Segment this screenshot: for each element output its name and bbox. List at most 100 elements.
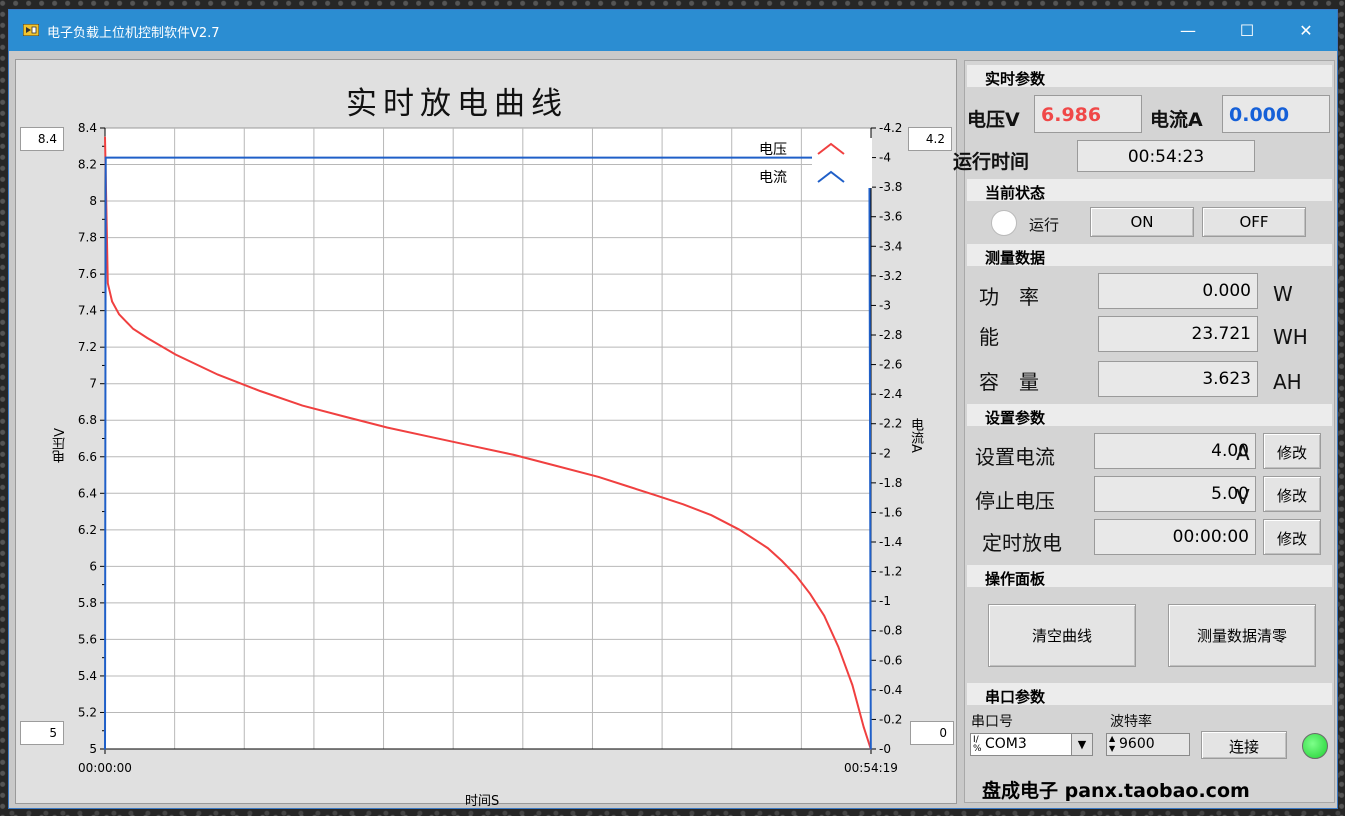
y-tick-label: 8.4 [78, 121, 97, 135]
off-button[interactable]: OFF [1202, 207, 1306, 237]
y-tick-label: 5 [89, 742, 97, 756]
app-window: 电子负载上位机控制软件V2.7 — ☐ ✕ 实时放电曲线 8.4 5 4.2 0… [9, 10, 1337, 809]
connection-status-led [1302, 733, 1328, 759]
y-axis-title-current: 电流A [908, 418, 923, 453]
y-tick-label: 5.2 [78, 705, 97, 719]
data-point [682, 503, 685, 506]
y2-tick-label: -2.8 [879, 328, 902, 342]
capacity-label: 容 量 [979, 370, 1039, 394]
set-current-unit: A [1236, 441, 1250, 465]
data-point [851, 684, 854, 686]
data-point [470, 445, 473, 447]
y-tick-label: 6 [89, 559, 97, 573]
maximize-button[interactable]: ☐ [1218, 10, 1276, 51]
y-tick-label: 5.8 [78, 596, 97, 610]
runtime-display: 00:54:23 [1077, 140, 1255, 172]
io-resource-icon: I/% [973, 735, 982, 754]
minimize-button[interactable]: — [1159, 10, 1217, 51]
control-panel: 实时参数 电压V 6.986 电流A 0.000 运行时间 00:54:23 当… [953, 60, 1335, 803]
energy-unit: WH [1273, 325, 1308, 349]
set-current-label: 设置电流 [975, 445, 1055, 469]
y2-tick-label: -0.4 [879, 683, 902, 697]
y2-tick-label: -3.2 [879, 269, 902, 283]
close-button[interactable]: ✕ [1277, 10, 1335, 51]
y2-tick-label: -0.2 [879, 712, 902, 726]
capacity-unit: AH [1273, 370, 1302, 394]
data-point [118, 313, 120, 316]
spin-arrows-icon[interactable]: ▲ ▼ [1109, 734, 1115, 754]
data-point [259, 390, 261, 392]
data-point [386, 426, 388, 429]
current-label: 电流A [1150, 109, 1203, 131]
chevron-down-icon[interactable]: ▼ [1071, 734, 1092, 755]
timer-discharge-label: 定时放电 [982, 531, 1062, 555]
set-current-input[interactable]: 4.00 [1094, 433, 1256, 469]
data-point [710, 514, 713, 517]
port-select[interactable]: I/% COM3 ▼ [970, 733, 1093, 756]
x-tick-end: 00:54:19 [844, 761, 898, 775]
power-display: 0.000 [1098, 273, 1258, 309]
close-icon: ✕ [1299, 21, 1313, 40]
y-tick-label: 6.8 [78, 413, 97, 427]
y-tick-label: 6.2 [78, 523, 97, 537]
voltage-display: 6.986 [1034, 95, 1142, 133]
connect-button[interactable]: 连接 [1201, 731, 1287, 759]
baud-input[interactable]: ▲ ▼ 9600 [1106, 733, 1190, 756]
data-point [837, 645, 840, 648]
data-point [301, 404, 304, 407]
minimize-icon: — [1180, 21, 1196, 40]
data-point [146, 337, 149, 339]
stop-voltage-input[interactable]: 5.00 [1094, 476, 1256, 512]
baud-label: 波特率 [1110, 714, 1152, 730]
data-point [343, 415, 346, 418]
data-point [654, 494, 656, 496]
data-point [767, 547, 769, 549]
data-point [174, 353, 177, 356]
data-point [555, 465, 558, 467]
data-point [217, 373, 219, 376]
y2-tick-label: -4.2 [879, 121, 902, 135]
energy-display: 23.721 [1098, 316, 1258, 352]
plot-area [104, 127, 872, 750]
operation-panel-header: 操作面板 [967, 565, 1332, 588]
y2-tick-label: -3.4 [879, 239, 902, 253]
timer-discharge-input[interactable]: 00:00:00 [1094, 519, 1256, 555]
on-button[interactable]: ON [1090, 207, 1194, 237]
data-point [862, 726, 865, 728]
data-point [625, 485, 628, 487]
data-point [513, 454, 515, 456]
data-point [597, 476, 600, 478]
modify-voltage-button[interactable]: 修改 [1263, 476, 1321, 512]
data-point [428, 435, 431, 438]
x-tick-start: 00:00:00 [78, 761, 132, 775]
data-point [738, 529, 741, 531]
y2-tick-label: -3 [879, 298, 891, 312]
y-tick-label: 8 [89, 194, 97, 208]
y2-tick-label: -1.8 [879, 476, 902, 490]
data-point [104, 156, 107, 159]
clear-measure-button[interactable]: 测量数据清零 [1168, 604, 1316, 667]
port-select-value: COM3 [985, 736, 1027, 752]
y-tick-label: 5.4 [78, 669, 97, 683]
y2-tick-label: -1.2 [879, 565, 902, 579]
data-point [111, 300, 113, 303]
modify-current-button[interactable]: 修改 [1263, 433, 1321, 469]
data-point [809, 592, 811, 595]
y-tick-label: 7.2 [78, 340, 97, 354]
measure-data-header: 测量数据 [967, 244, 1332, 267]
modify-timer-button[interactable]: 修改 [1263, 519, 1321, 555]
clear-curve-button[interactable]: 清空曲线 [988, 604, 1136, 667]
y2-tick-label: -2 [879, 446, 891, 460]
data-point [869, 748, 872, 750]
labview-app-icon [23, 24, 39, 36]
y2-tick-label: -4 [879, 151, 891, 165]
y-tick-label: 8.2 [78, 158, 97, 172]
settings-header: 设置参数 [967, 404, 1332, 427]
runtime-label: 运行时间 [953, 151, 1030, 173]
title-bar: 电子负载上位机控制软件V2.7 — ☐ ✕ [9, 10, 1337, 51]
capacity-display: 3.623 [1098, 361, 1258, 397]
chart-panel: 实时放电曲线 8.4 5 4.2 0 5 5.2 5.4 5.6 5.8 6 6.2 6.4 6… [15, 59, 957, 809]
data-point [795, 574, 797, 577]
legend-voltage-label: 电压 [759, 142, 787, 158]
y2-tick-label: -1.6 [879, 505, 902, 519]
